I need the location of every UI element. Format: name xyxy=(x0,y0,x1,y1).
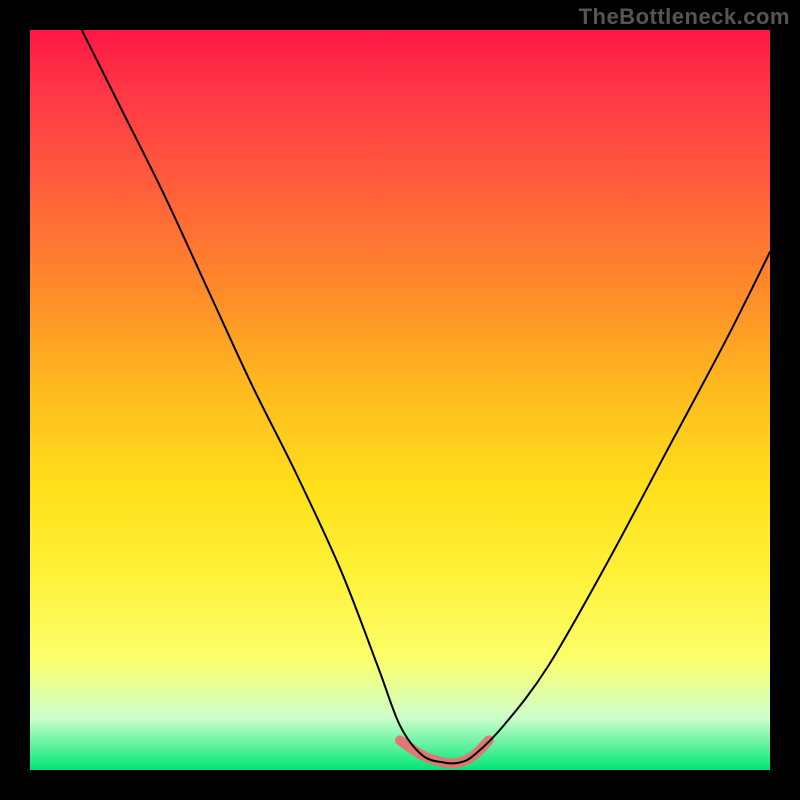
curve-layer xyxy=(30,30,770,770)
plot-area xyxy=(30,30,770,770)
optimal-range-highlight xyxy=(400,740,489,763)
bottleneck-curve xyxy=(82,30,770,764)
watermark-text: TheBottleneck.com xyxy=(579,4,790,30)
chart-frame: TheBottleneck.com xyxy=(0,0,800,800)
